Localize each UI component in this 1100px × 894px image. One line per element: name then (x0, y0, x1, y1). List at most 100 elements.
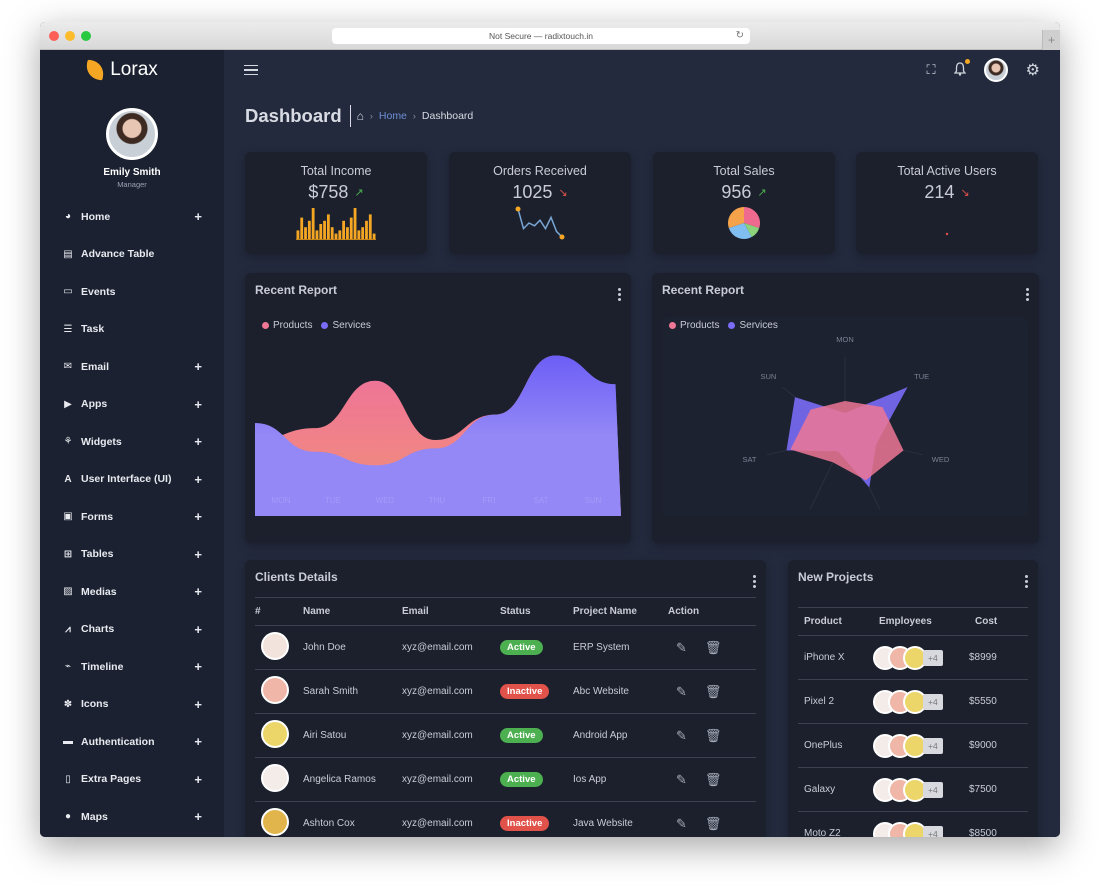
breadcrumb-home-link[interactable]: Home (379, 110, 407, 122)
address-bar[interactable]: Not Secure — radixtouch.in ↻ (332, 28, 750, 44)
client-name: Sarah Smith (303, 669, 402, 714)
delete-trash-icon[interactable]: 🗑 (705, 816, 722, 831)
sidebar-item-apps[interactable]: ▶ Apps + (40, 386, 224, 424)
expand-plus-icon[interactable]: + (194, 509, 202, 524)
sidebar-item-authentication[interactable]: ▬ Authentication + (40, 723, 224, 761)
expand-plus-icon[interactable]: + (194, 622, 202, 637)
clients-details-card: Clients Details # Name Email Status Project … (245, 560, 766, 837)
employee-avatar-group[interactable]: +4 (873, 733, 969, 758)
status-badge: Active (500, 728, 543, 743)
edit-pencil-icon[interactable]: ✎ (676, 772, 687, 787)
id-card-icon: ▬ (63, 736, 73, 748)
project-name: Ios App (573, 757, 668, 802)
delete-trash-icon[interactable]: 🗑 (705, 640, 722, 655)
sidebar-item-label: Advance Table (81, 248, 155, 261)
breadcrumb-current: Dashboard (421, 110, 474, 122)
sidebar-item-icons[interactable]: ✽ Icons + (40, 686, 224, 724)
edit-pencil-icon[interactable]: ✎ (676, 816, 687, 831)
sidebar-item-timeline[interactable]: ⌁ Timeline + (40, 648, 224, 686)
table-row: iPhone X +4 $8999 (798, 635, 1028, 680)
expand-plus-icon[interactable]: + (194, 809, 202, 824)
spark-bar (353, 208, 357, 240)
more-employees-count: +4 (923, 693, 943, 710)
close-window-button[interactable] (49, 31, 59, 41)
zoom-window-button[interactable] (81, 31, 91, 41)
spark-bar (330, 227, 334, 240)
x-tick-label: SAT (534, 496, 549, 505)
user-avatar-menu[interactable] (983, 58, 1008, 82)
employee-avatar-group[interactable]: +4 (873, 821, 969, 837)
expand-plus-icon[interactable]: + (194, 659, 202, 674)
sidebar-item-user-interface-ui[interactable]: A User Interface (UI) + (40, 461, 224, 499)
expand-plus-icon[interactable]: + (194, 734, 202, 749)
sidebar-item-medias[interactable]: ▨ Medias + (40, 573, 224, 611)
employee-avatar-group[interactable]: +4 (873, 645, 969, 670)
sidebar-item-extra-pages[interactable]: ▯ Extra Pages + (40, 761, 224, 799)
expand-plus-icon[interactable]: + (194, 547, 202, 562)
expand-plus-icon[interactable]: + (194, 397, 202, 412)
project-cost: $8500 (969, 811, 1028, 837)
notification-bell-icon[interactable] (953, 58, 970, 79)
sidebar-item-maps[interactable]: ● Maps + (40, 798, 224, 836)
reload-icon[interactable]: ↻ (736, 28, 744, 44)
expand-plus-icon[interactable]: + (194, 472, 202, 487)
sidebar-item-label: Home (81, 210, 111, 223)
sidebar-item-widgets[interactable]: ⚘ Widgets + (40, 423, 224, 461)
projects-table: Product Employees Cost iPhone X +4 $8999 Pixe… (798, 607, 1028, 837)
delete-trash-icon[interactable]: 🗑 (705, 772, 722, 787)
fullscreen-icon[interactable]: ⛶ (927, 62, 936, 78)
delete-trash-icon[interactable]: 🗑 (705, 728, 722, 743)
stat-title: Orders Received (493, 164, 587, 178)
browser-titlebar: Not Secure — radixtouch.in ↻ + (40, 22, 1060, 50)
profile-avatar[interactable] (106, 108, 158, 160)
card-menu-icon[interactable] (618, 288, 621, 301)
employees-cell: +4 (873, 635, 969, 680)
sidebar-item-email[interactable]: ✉ Email + (40, 348, 224, 386)
legend-products[interactable]: Products (669, 320, 719, 331)
sidebar-item-tables[interactable]: ⊞ Tables + (40, 536, 224, 574)
employee-avatar-group[interactable]: +4 (873, 777, 969, 802)
sidebar-item-task[interactable]: ☰ Task (40, 311, 224, 349)
trend-down-icon: ↘ (960, 187, 970, 199)
client-email: xyz@email.com (402, 713, 500, 758)
sidebar-item-home[interactable]: ◕ Home + (40, 198, 224, 236)
expand-plus-icon[interactable]: + (194, 209, 202, 224)
sidebar-item-events[interactable]: ▭ Events (40, 273, 224, 311)
stat-card-total-active-users: Total Active Users 214 ↘ (856, 152, 1038, 254)
status-cell: Inactive (500, 669, 573, 714)
expand-plus-icon[interactable]: + (194, 584, 202, 599)
legend-services[interactable]: Services (321, 320, 371, 331)
expand-plus-icon[interactable]: + (194, 359, 202, 374)
sidebar-item-charts[interactable]: ⩘ Charts + (40, 611, 224, 649)
sidebar-item-forms[interactable]: ▣ Forms + (40, 498, 224, 536)
new-tab-button[interactable]: + (1042, 30, 1060, 50)
employee-avatar-group[interactable]: +4 (873, 689, 969, 714)
stat-title: Total Sales (713, 164, 775, 178)
legend-products[interactable]: Products (262, 320, 312, 331)
brand-logo[interactable]: Lorax (40, 50, 224, 90)
timeline-icon: ⌁ (64, 661, 72, 673)
minimize-window-button[interactable] (65, 31, 75, 41)
settings-gear-icon[interactable]: ⚙ (1026, 60, 1040, 80)
home-icon[interactable]: ⌂ (357, 109, 364, 123)
delete-trash-icon[interactable]: 🗑 (705, 684, 722, 699)
column-header: Employees (873, 607, 969, 636)
expand-plus-icon[interactable]: + (194, 772, 202, 787)
new-projects-card: New Projects Product Employees Cost iPhone… (788, 560, 1038, 837)
edit-pencil-icon[interactable]: ✎ (676, 728, 687, 743)
stat-card-total-sales: Total Sales 956 ↗ (653, 152, 835, 254)
expand-plus-icon[interactable]: + (194, 697, 202, 712)
hamburger-icon[interactable] (244, 64, 258, 76)
legend-services[interactable]: Services (728, 320, 778, 331)
edit-pencil-icon[interactable]: ✎ (676, 640, 687, 655)
card-menu-icon[interactable] (1025, 575, 1028, 588)
stat-card-orders-received: Orders Received 1025 ↘ (449, 152, 631, 254)
card-menu-icon[interactable] (1026, 288, 1029, 301)
employees-cell: +4 (873, 811, 969, 837)
expand-plus-icon[interactable]: + (194, 434, 202, 449)
card-menu-icon[interactable] (753, 575, 756, 588)
play-icon: ▶ (64, 398, 72, 410)
sidebar-item-advance-table[interactable]: ▤ Advance Table (40, 236, 224, 274)
table-row: Airi Satou xyz@email.com Active Android App… (255, 713, 756, 758)
edit-pencil-icon[interactable]: ✎ (676, 684, 687, 699)
